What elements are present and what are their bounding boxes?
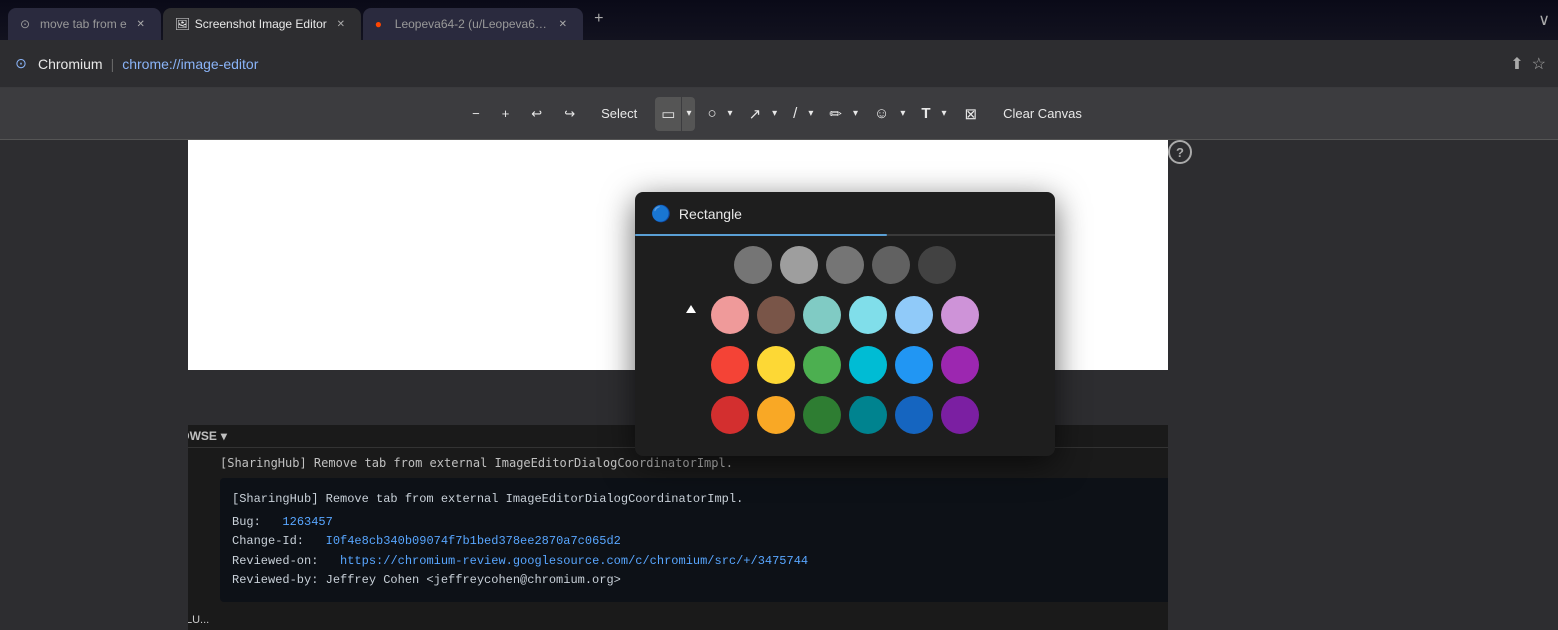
tab-3-title: Leopeva64-2 (u/Leopeva64-2) - — [395, 17, 549, 31]
bookmark-icon[interactable]: ☆ — [1532, 54, 1546, 74]
brush-tool-dropdown[interactable]: ▾ — [849, 97, 862, 131]
nav-browse-arrow: ▾ — [221, 429, 227, 443]
color-swatch-amber[interactable] — [757, 396, 795, 434]
color-swatch-green-dark[interactable] — [803, 396, 841, 434]
undo-button[interactable]: ↩ — [523, 97, 550, 131]
color-picker-divider — [635, 234, 1055, 236]
color-swatch-cyan[interactable] — [849, 346, 887, 384]
tab-1-favicon: ⊙ — [20, 17, 34, 31]
clear-canvas-button[interactable]: Clear Canvas — [991, 97, 1094, 131]
address-url[interactable]: chrome://image-editor — [122, 56, 258, 72]
color-swatch-gray-medium-2[interactable] — [826, 246, 864, 284]
help-icon[interactable]: ? — [1168, 140, 1192, 164]
right-overlay: ? — [1168, 140, 1558, 630]
rectangle-tool-group: ▭ ▾ — [655, 97, 695, 131]
tab-3-close[interactable]: ✕ — [555, 16, 571, 32]
color-swatch-blue-light[interactable] — [895, 296, 933, 334]
color-swatch-brown[interactable] — [757, 296, 795, 334]
tab-1[interactable]: ⊙ move tab from e ✕ — [8, 8, 161, 40]
brand-name: Chromium — [38, 56, 103, 72]
site-security-icon: ⊙ — [12, 55, 30, 73]
address-separator: | — [111, 56, 115, 72]
changeid-link[interactable]: I0f4e8cb340b09074f7b1bed378ee2870a7c065d… — [326, 534, 621, 548]
crop-button[interactable]: ⊠ — [957, 97, 986, 131]
color-picker-header: 🔵 Rectangle — [635, 204, 1055, 234]
text-tool-group: T ▾ — [915, 97, 950, 131]
color-swatch-blue-dark[interactable] — [895, 396, 933, 434]
brush-tool-button[interactable]: ✏ — [823, 97, 848, 131]
text-tool-button[interactable]: T — [915, 97, 936, 131]
color-swatch-blue[interactable] — [895, 346, 933, 384]
editor-toolbar: − + ↩ ↪ Select ▭ ▾ ○ ▾ ↗ ▾ / ▾ ✏ ▾ — [0, 88, 1558, 140]
line-tool-dropdown[interactable]: ▾ — [804, 97, 817, 131]
color-picker-dropdown: 🔵 Rectangle — [635, 192, 1055, 456]
color-swatch-yellow[interactable] — [757, 346, 795, 384]
select-button[interactable]: Select — [589, 97, 649, 131]
color-swatch-cyan-light[interactable] — [849, 296, 887, 334]
main-content: DOCUMENTATION ▾ BROWSE ▾ CREATE R SHOW A… — [0, 140, 1558, 630]
circle-tool-dropdown[interactable]: ▾ — [724, 97, 737, 131]
color-swatch-red-light[interactable] — [711, 296, 749, 334]
bug-link[interactable]: 1263457 — [282, 515, 332, 529]
brush-tool-group: ✏ ▾ — [823, 97, 862, 131]
emoji-tool-dropdown[interactable]: ▾ — [896, 97, 909, 131]
tab-1-title: move tab from e — [40, 17, 127, 31]
address-bar: ⊙ Chromium | chrome://image-editor ⬆ ☆ — [0, 40, 1558, 88]
arrow-tool-button[interactable]: ↗ — [743, 97, 768, 131]
color-row-medium — [635, 340, 1055, 390]
color-swatch-gray-light[interactable] — [780, 246, 818, 284]
circle-tool-button[interactable]: ○ — [701, 97, 722, 131]
color-swatch-gray-darker[interactable] — [918, 246, 956, 284]
color-swatch-gray-dark[interactable] — [872, 246, 910, 284]
color-swatch-purple[interactable] — [941, 346, 979, 384]
zoom-out-button[interactable]: − — [464, 97, 488, 131]
changeid-label: Change-Id: — [232, 534, 304, 548]
color-swatch-purple-dark[interactable] — [941, 396, 979, 434]
reviewed-label: Reviewed-on: — [232, 554, 318, 568]
tab-3[interactable]: ● Leopeva64-2 (u/Leopeva64-2) - ✕ — [363, 8, 583, 40]
tab-2[interactable]: 🖼 Screenshot Image Editor ✕ — [163, 8, 361, 40]
color-swatch-purple-light[interactable] — [941, 296, 979, 334]
color-row-grays — [635, 240, 1055, 290]
new-tab-button[interactable]: + — [585, 5, 613, 33]
tab-2-close[interactable]: ✕ — [333, 16, 349, 32]
color-swatch-red[interactable] — [711, 346, 749, 384]
color-row-pastels — [635, 290, 1055, 340]
arrow-tool-group: ↗ ▾ — [743, 97, 782, 131]
share-icon[interactable]: ⬆ — [1510, 54, 1523, 74]
tab-bar-collapse[interactable]: ∨ — [1538, 10, 1550, 30]
line-tool-group: / ▾ — [787, 97, 817, 131]
left-overlay — [0, 140, 188, 630]
circle-tool-group: ○ ▾ — [701, 97, 736, 131]
color-picker-tool-icon: 🔵 — [651, 204, 671, 224]
color-row-dark — [635, 390, 1055, 440]
zoom-in-button[interactable]: + — [494, 97, 518, 131]
color-swatch-red-dark[interactable] — [711, 396, 749, 434]
bug-label: Bug: — [232, 515, 261, 529]
tab-bar: ⊙ move tab from e ✕ 🖼 Screenshot Image E… — [0, 0, 1558, 40]
color-swatch-teal-light[interactable] — [803, 296, 841, 334]
reviewed-link[interactable]: https://chromium-review.googlesource.com… — [340, 554, 808, 568]
emoji-tool-group: ☺ ▾ — [868, 97, 909, 131]
rectangle-tool-button[interactable]: ▭ — [655, 97, 681, 131]
color-picker-title: Rectangle — [679, 206, 742, 222]
tab-1-close[interactable]: ✕ — [133, 16, 149, 32]
address-bar-actions: ⬆ ☆ — [1510, 54, 1546, 74]
tab-2-favicon: 🖼 — [175, 17, 189, 31]
color-swatch-green[interactable] — [803, 346, 841, 384]
rectangle-tool-dropdown[interactable]: ▾ — [682, 97, 695, 131]
color-swatch-gray-medium[interactable] — [734, 246, 772, 284]
color-swatch-teal-dark[interactable] — [849, 396, 887, 434]
arrow-tool-dropdown[interactable]: ▾ — [768, 97, 781, 131]
tab-3-favicon: ● — [375, 17, 389, 31]
emoji-tool-button[interactable]: ☺ — [868, 97, 895, 131]
cursor — [686, 305, 696, 313]
line-tool-button[interactable]: / — [787, 97, 803, 131]
browser-frame: ⊙ move tab from e ✕ 🖼 Screenshot Image E… — [0, 0, 1558, 630]
text-tool-dropdown[interactable]: ▾ — [938, 97, 951, 131]
redo-button[interactable]: ↪ — [556, 97, 583, 131]
tab-2-title: Screenshot Image Editor — [195, 17, 327, 31]
